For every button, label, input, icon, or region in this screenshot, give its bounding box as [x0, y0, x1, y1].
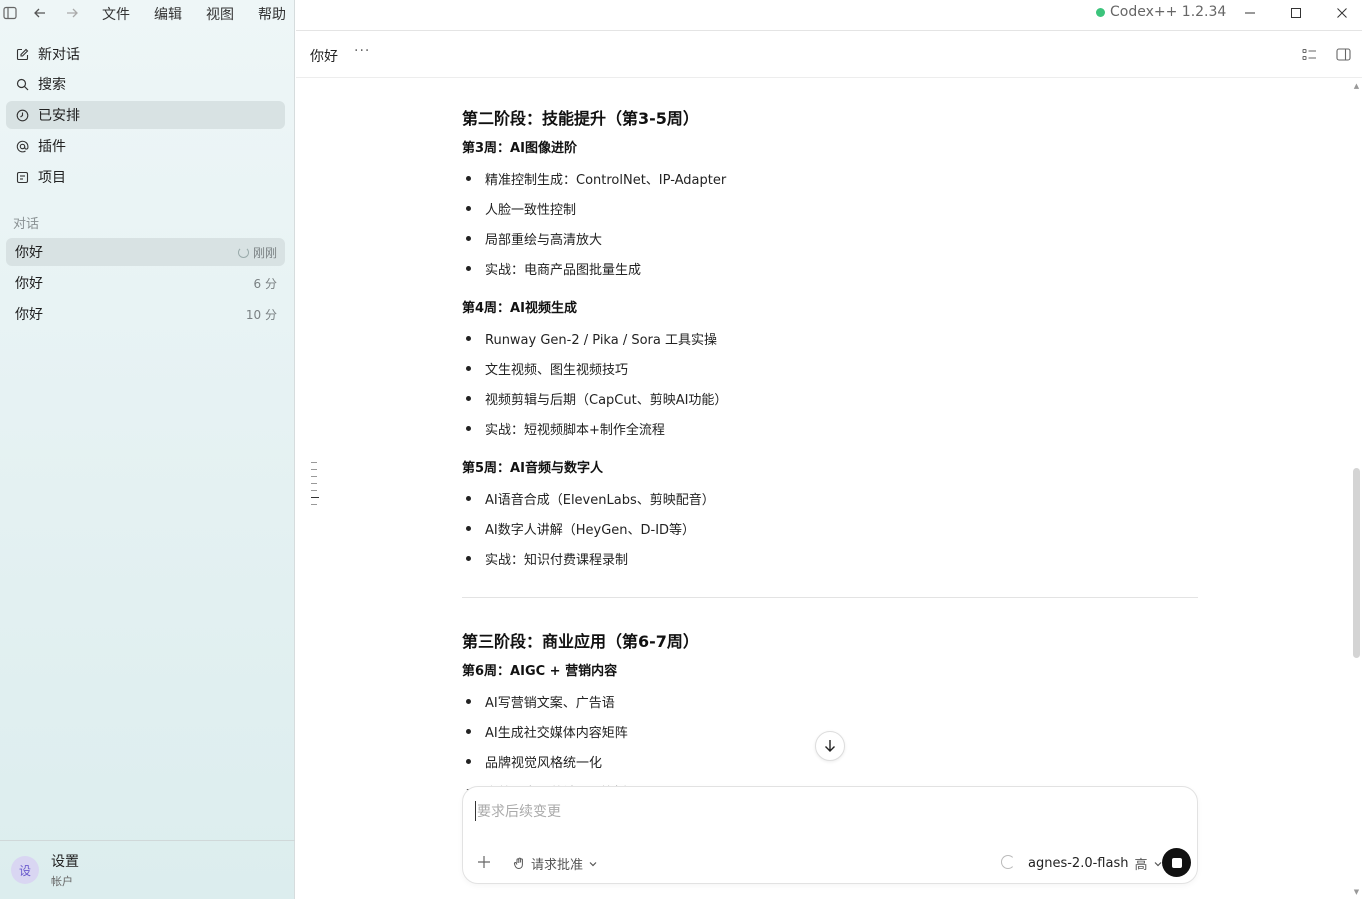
menu-edit[interactable]: 编辑: [154, 4, 182, 24]
menu-file[interactable]: 文件: [102, 4, 130, 24]
list-item: Runway Gen-2 / Pika / Sora 工具实操: [462, 329, 717, 348]
conversation-time: 6 分: [253, 276, 277, 291]
nav-projects[interactable]: 项目: [6, 163, 285, 191]
forward-arrow-icon[interactable]: [63, 4, 81, 22]
scroll-up-arrow-icon[interactable]: ▲: [1352, 83, 1361, 90]
phase-heading: 第三阶段：商业应用（第6-7周）: [462, 632, 699, 651]
nav-label: 项目: [38, 170, 66, 186]
minimize-icon[interactable]: [1240, 3, 1260, 23]
app-version-label: Codex++ 1.2.34: [1110, 4, 1227, 20]
phase-heading: 第二阶段：技能提升（第3-5周）: [462, 109, 699, 128]
conversation-title: 你好: [15, 276, 43, 292]
conversation-title: 你好: [15, 307, 43, 323]
edit-icon: [15, 47, 29, 61]
search-icon: [15, 77, 29, 91]
list-item: 局部重绘与高清放大: [462, 229, 602, 248]
plus-icon: [478, 856, 490, 868]
list-item: 实战：短视频脚本+制作全流程: [462, 419, 665, 438]
list-item: AI语音合成（ElevenLabs、剪映配音）: [462, 489, 715, 508]
list-item: AI数字人讲解（HeyGen、D-ID等）: [462, 519, 695, 538]
list-item: 视频剪辑与后期（CapCut、剪映AI功能）: [462, 389, 727, 408]
avatar: 设: [11, 856, 39, 884]
sidebar: 文件 编辑 视图 帮助 新对话 搜索 已安排 插件 项目 对话 你好 刚刚 你好…: [0, 0, 295, 899]
add-attachment-button[interactable]: [475, 853, 493, 871]
outline-list-icon[interactable]: [1300, 45, 1318, 63]
conversation-minimap[interactable]: [311, 462, 319, 511]
approval-mode-dropdown[interactable]: 请求批准: [513, 854, 598, 873]
list-item: AI生成社交媒体内容矩阵: [462, 722, 628, 741]
clock-icon: [15, 108, 29, 122]
conversation-time: 刚刚: [252, 245, 277, 260]
conversation-title: 你好: [15, 245, 43, 261]
chevron-down-icon: [589, 861, 597, 866]
chat-header: 你好 ···: [296, 30, 1362, 78]
week-heading: 第5周：AI音频与数字人: [462, 461, 603, 476]
list-item: 品牌视觉风格统一化: [462, 752, 602, 771]
stop-button[interactable]: [1162, 848, 1191, 877]
composer: 要求后续变更 请求批准 agnes-2.0-flash 高: [462, 786, 1198, 884]
reasoning-level: 高: [1134, 858, 1148, 873]
loading-spinner-icon: [237, 246, 249, 258]
sidebar-toggle-icon[interactable]: [1, 4, 19, 22]
list-item: AI写营销文案、广告语: [462, 692, 615, 711]
nav-label: 新对话: [38, 47, 80, 63]
settings-account[interactable]: 设 设置 帐户: [0, 840, 295, 899]
list-item: 精准控制生成：ControlNet、IP-Adapter: [462, 169, 726, 188]
conversation-time: 10 分: [245, 307, 277, 322]
nav-label: 插件: [38, 139, 66, 155]
loading-spinner-icon: [1001, 855, 1015, 869]
conversation-item[interactable]: 你好 10 分: [6, 300, 285, 328]
back-arrow-icon[interactable]: [31, 4, 49, 22]
message-input[interactable]: 要求后续变更: [475, 801, 561, 821]
scroll-down-arrow-icon[interactable]: ▼: [1352, 889, 1361, 896]
model-selector[interactable]: agnes-2.0-flash 高: [1028, 854, 1163, 873]
nav-plugins[interactable]: 插件: [6, 132, 285, 160]
nav-label: 已安排: [38, 108, 80, 124]
conversation-item[interactable]: 你好 刚刚: [6, 238, 285, 266]
week-heading: 第3周：AI图像进阶: [462, 141, 577, 156]
menu-help[interactable]: 帮助: [258, 4, 286, 24]
list-item: 实战：知识付费课程录制: [462, 549, 628, 568]
message-content: 第二阶段：技能提升（第3-5周） 第3周：AI图像进阶 精准控制生成：Contr…: [462, 80, 1198, 790]
list-item: 人脸一致性控制: [462, 199, 576, 218]
nav-search[interactable]: 搜索: [6, 70, 285, 98]
hand-icon: [513, 857, 523, 870]
list-item: 实战：电商产品图批量生成: [462, 259, 641, 278]
week-heading: 第6周：AIGC + 营销内容: [462, 664, 618, 679]
page-title: 你好: [310, 49, 338, 65]
menu-view[interactable]: 视图: [206, 4, 234, 24]
model-name: agnes-2.0-flash: [1028, 856, 1129, 871]
scrollbar-thumb[interactable]: [1353, 468, 1360, 658]
nav-label: 搜索: [38, 77, 66, 93]
conversation-item[interactable]: 你好 6 分: [6, 269, 285, 297]
approval-mode-label: 请求批准: [531, 858, 584, 873]
conversations-section-label: 对话: [13, 217, 40, 232]
settings-subtitle: 帐户: [51, 875, 73, 888]
list-item: 文生视频、图生视频技巧: [462, 359, 628, 378]
week-heading: 第4周：AI视频生成: [462, 301, 577, 316]
nav-new-chat[interactable]: 新对话: [6, 40, 285, 68]
divider: [462, 597, 1198, 598]
close-icon[interactable]: [1332, 3, 1352, 23]
app-version: Codex++ 1.2.34: [1096, 4, 1226, 20]
stop-icon: [1171, 857, 1182, 868]
settings-title: 设置: [51, 854, 79, 870]
scroll-to-bottom-button[interactable]: [815, 731, 845, 761]
arrow-down-icon: [825, 740, 835, 752]
status-dot-icon: [1096, 7, 1105, 17]
side-panel-icon[interactable]: [1334, 45, 1352, 63]
more-options-button[interactable]: ···: [354, 43, 370, 59]
at-icon: [15, 139, 29, 153]
maximize-icon[interactable]: [1286, 3, 1306, 23]
project-icon: [15, 170, 29, 184]
nav-scheduled[interactable]: 已安排: [6, 101, 285, 129]
